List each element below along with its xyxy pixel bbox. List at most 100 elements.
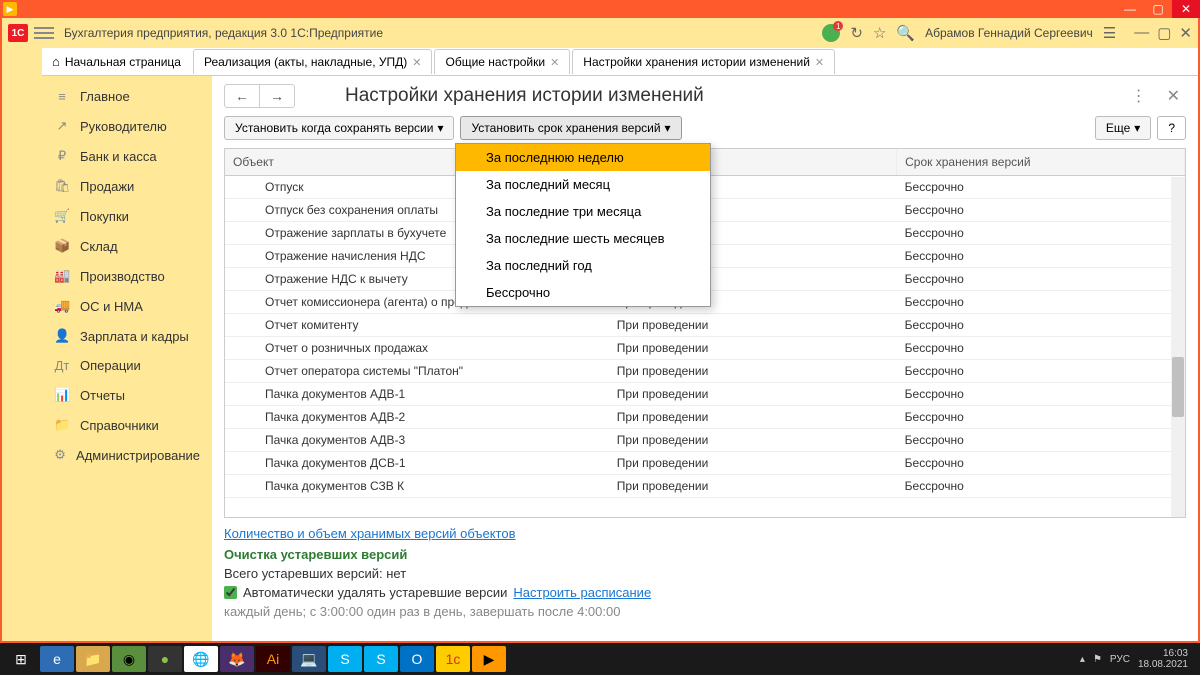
taskbar-app[interactable]: 1c xyxy=(436,646,470,672)
cell-object: Отчет комитенту xyxy=(225,314,609,337)
sidebar-label: Главное xyxy=(80,89,130,104)
taskbar-app[interactable]: O xyxy=(400,646,434,672)
close-page-icon[interactable]: ✕ xyxy=(1161,84,1186,108)
cell-when: При проведении xyxy=(609,383,897,406)
user-menu-icon[interactable]: ☰ xyxy=(1103,24,1116,42)
auto-delete-checkbox[interactable] xyxy=(224,586,237,599)
chevron-down-icon: ▾ xyxy=(437,121,443,135)
sidebar-item[interactable]: 📊Отчеты xyxy=(42,380,212,410)
dropdown-item[interactable]: Бессрочно xyxy=(456,279,710,306)
tab-item-2[interactable]: Общие настройки ✕ xyxy=(434,49,570,74)
menu-icon[interactable] xyxy=(34,27,54,39)
scrollbar[interactable] xyxy=(1171,177,1185,517)
table-row[interactable]: Пачка документов АДВ-2При проведенииБесс… xyxy=(225,406,1185,429)
sidebar-item[interactable]: ≡Главное xyxy=(42,82,212,111)
taskbar-app[interactable]: e xyxy=(40,646,74,672)
forward-button[interactable]: → xyxy=(260,85,294,107)
close-icon[interactable]: ✕ xyxy=(550,56,559,69)
more-menu-icon[interactable]: ⋮ xyxy=(1125,84,1153,108)
schedule-link[interactable]: Настроить расписание xyxy=(513,585,651,600)
dropdown-item[interactable]: За последний месяц xyxy=(456,171,710,198)
help-button[interactable]: ? xyxy=(1157,116,1186,140)
cell-when: При проведении xyxy=(609,475,897,498)
minimize-button[interactable]: — xyxy=(1116,0,1144,18)
back-button[interactable]: ← xyxy=(225,85,260,107)
volumes-link[interactable]: Количество и объем хранимых версий объек… xyxy=(224,526,515,541)
sidebar-item[interactable]: 🛍Продажи xyxy=(42,171,212,201)
taskbar-app[interactable]: ▶ xyxy=(472,646,506,672)
tray-expand-icon[interactable]: ▴ xyxy=(1080,654,1085,665)
close-icon[interactable]: ✕ xyxy=(412,56,421,69)
sidebar-item[interactable]: 🏭Производство xyxy=(42,261,212,291)
dropdown-item[interactable]: За последний год xyxy=(456,252,710,279)
sidebar-item[interactable]: 📁Справочники xyxy=(42,410,212,440)
more-button[interactable]: Еще▾ xyxy=(1095,116,1151,140)
set-when-button[interactable]: Установить когда сохранять версии▾ xyxy=(224,116,454,140)
taskbar-app[interactable]: 📁 xyxy=(76,646,110,672)
footer-section: Количество и объем хранимых версий объек… xyxy=(224,526,1186,619)
taskbar-app[interactable]: 💻 xyxy=(292,646,326,672)
table-row[interactable]: Отчет комитентуПри проведенииБессрочно xyxy=(225,314,1185,337)
taskbar-app[interactable]: ● xyxy=(148,646,182,672)
clock[interactable]: 16:03 18.08.2021 xyxy=(1138,648,1188,670)
chart-icon: ↗ xyxy=(54,118,70,134)
table-row[interactable]: Отчет о розничных продажахПри проведении… xyxy=(225,337,1185,360)
sidebar-item[interactable]: 👤Зарплата и кадры xyxy=(42,321,212,351)
sidebar-item[interactable]: 📦Склад xyxy=(42,231,212,261)
maximize-button[interactable]: ▢ xyxy=(1144,0,1172,18)
nav-arrows: ← → xyxy=(224,84,295,108)
tab-item-1[interactable]: Реализация (акты, накладные, УПД) ✕ xyxy=(193,49,433,74)
page-title: Настройки хранения истории изменений xyxy=(345,85,704,107)
star-icon[interactable]: ☆ xyxy=(873,24,886,42)
sidebar-item[interactable]: ↗Руководителю xyxy=(42,111,212,141)
dropdown-item[interactable]: За последние три месяца xyxy=(456,198,710,225)
taskbar-app[interactable]: 🦊 xyxy=(220,646,254,672)
history-icon[interactable]: ↻ xyxy=(850,24,863,42)
table-row[interactable]: Отчет оператора системы "Платон"При пров… xyxy=(225,360,1185,383)
search-icon[interactable]: 🔍 xyxy=(896,24,915,42)
taskbar-app[interactable]: S xyxy=(328,646,362,672)
tab-label: Начальная страница xyxy=(65,55,181,69)
dropdown-item[interactable]: За последнюю неделю xyxy=(456,144,710,171)
sidebar-label: Операции xyxy=(80,358,141,373)
table-row[interactable]: Пачка документов АДВ-1При проведенииБесс… xyxy=(225,383,1185,406)
table-row[interactable]: Пачка документов СЗВ КПри проведенииБесс… xyxy=(225,475,1185,498)
notifications-icon[interactable] xyxy=(822,24,840,42)
set-term-button[interactable]: Установить срок хранения версий▾ xyxy=(460,116,681,140)
app-title: Бухгалтерия предприятия, редакция 3.0 1С… xyxy=(64,26,822,40)
sidebar-item[interactable]: ₽Банк и касса xyxy=(42,141,212,171)
inner-maximize[interactable]: ▢ xyxy=(1157,24,1171,42)
inner-close[interactable]: ✕ xyxy=(1179,24,1192,42)
taskbar-app[interactable]: ◉ xyxy=(112,646,146,672)
table-row[interactable]: Пачка документов ДСВ-1При проведенииБесс… xyxy=(225,452,1185,475)
cell-object: Пачка документов АДВ-2 xyxy=(225,406,609,429)
language-indicator[interactable]: РУС xyxy=(1110,654,1130,665)
table-row[interactable]: Пачка документов АДВ-3При проведенииБесс… xyxy=(225,429,1185,452)
tab-home[interactable]: ⌂ Начальная страница xyxy=(42,49,191,74)
start-button[interactable]: ⊞ xyxy=(4,646,38,672)
sidebar-item[interactable]: ⚙Администрирование xyxy=(42,440,212,470)
tray-flag-icon[interactable]: ⚑ xyxy=(1093,654,1102,665)
sidebar-label: Покупки xyxy=(80,209,129,224)
close-icon[interactable]: ✕ xyxy=(815,56,824,69)
tab-item-3[interactable]: Настройки хранения истории изменений ✕ xyxy=(572,49,835,74)
cart-icon: 🛒 xyxy=(54,208,70,224)
inner-minimize[interactable]: — xyxy=(1134,24,1149,42)
taskbar-app[interactable]: 🌐 xyxy=(184,646,218,672)
close-button[interactable]: ✕ xyxy=(1172,0,1200,18)
cell-term: Бессрочно xyxy=(897,291,1185,314)
cell-term: Бессрочно xyxy=(897,406,1185,429)
sidebar-item[interactable]: 🚚ОС и НМА xyxy=(42,291,212,321)
sidebar-item[interactable]: 🛒 Покупки xyxy=(42,201,212,231)
taskbar-app[interactable]: Ai xyxy=(256,646,290,672)
tab-label: Реализация (акты, накладные, УПД) xyxy=(204,55,407,69)
logo-icon: 1C xyxy=(8,24,28,42)
col-term[interactable]: Срок хранения версий xyxy=(897,149,1185,176)
taskbar-app[interactable]: S xyxy=(364,646,398,672)
cell-term: Бессрочно xyxy=(897,314,1185,337)
user-name[interactable]: Абрамов Геннадий Сергеевич xyxy=(925,26,1093,40)
bag-icon: 🛍 xyxy=(54,178,70,194)
scroll-thumb[interactable] xyxy=(1172,357,1184,417)
dropdown-item[interactable]: За последние шесть месяцев xyxy=(456,225,710,252)
sidebar-item[interactable]: ДтОперации xyxy=(42,351,212,380)
